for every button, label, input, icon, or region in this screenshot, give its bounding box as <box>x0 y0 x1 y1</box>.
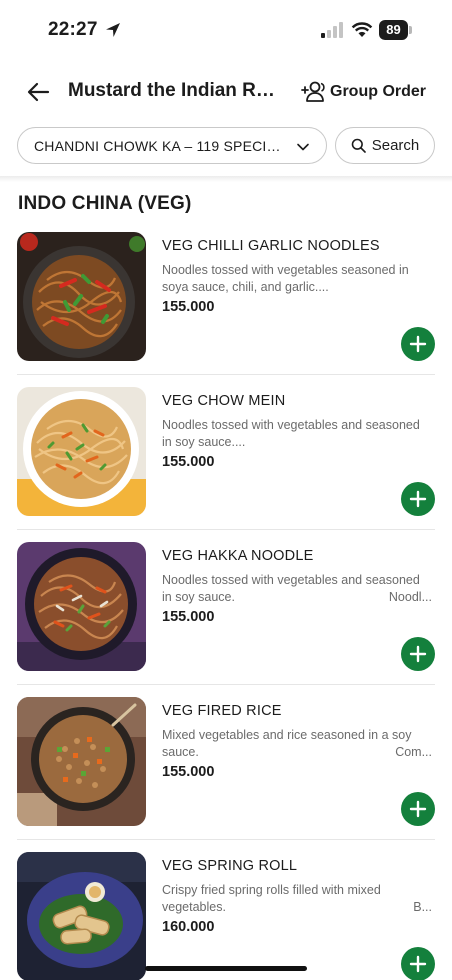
section-title: INDO CHINA (VEG) <box>18 193 192 214</box>
item-price: 155.000 <box>162 764 215 780</box>
item-description-text: vegetables. <box>162 900 226 914</box>
item-description-line1: Mixed vegetables and rice seasoned in a … <box>162 728 412 742</box>
item-name: VEG HAKKA NOODLE <box>162 548 314 564</box>
dish-image-fried-rice <box>17 697 146 826</box>
chevron-down-icon <box>297 143 309 151</box>
item-price: 155.000 <box>162 454 215 470</box>
add-to-cart-button[interactable] <box>401 947 435 980</box>
item-description-line2: in soy sauce.... <box>162 434 432 451</box>
item-description-text: in soy sauce. <box>162 590 235 604</box>
dish-image-chow-mein <box>17 387 146 516</box>
cellular-signal-icon <box>321 22 343 38</box>
menu-item[interactable]: VEG FIRED RICE Mixed vegetables and rice… <box>0 697 452 852</box>
add-to-cart-button[interactable] <box>401 637 435 671</box>
dish-image-chilli-garlic-noodles <box>17 232 146 361</box>
search-icon <box>351 138 366 153</box>
group-order-label: Group Order <box>330 83 427 100</box>
item-description-text: soya sauce, chili, and garlic.... <box>162 280 329 294</box>
add-to-cart-button[interactable] <box>401 792 435 826</box>
item-description-line1: Crispy fried spring rolls filled with mi… <box>162 883 381 897</box>
item-price: 155.000 <box>162 299 215 315</box>
plus-icon <box>409 645 427 663</box>
arrow-left-icon <box>27 82 50 102</box>
item-description: Mixed vegetables and rice seasoned in a … <box>162 727 432 761</box>
restaurant-title: Mustard the Indian Re... <box>68 80 280 101</box>
battery-level: 89 <box>379 20 408 40</box>
item-divider <box>17 684 435 685</box>
category-dropdown-value: CHANDNI CHOWK KA – 119 SPECIAL... <box>34 137 289 154</box>
filter-row: CHANDNI CHOWK KA – 119 SPECIAL... Search <box>0 127 452 165</box>
status-bar: 22:27 89 <box>0 0 452 60</box>
item-description-text: in soy sauce.... <box>162 435 246 449</box>
back-button[interactable] <box>24 78 52 106</box>
item-description: Crispy fried spring rolls filled with mi… <box>162 882 432 916</box>
item-description: Noodles tossed with vegetables and seaso… <box>162 417 432 451</box>
app-header: Mustard the Indian Re... Group Order <box>0 70 452 114</box>
item-name: VEG CHOW MEIN <box>162 393 286 409</box>
item-price: 155.000 <box>162 609 215 625</box>
item-description-line1: Noodles tossed with vegetables and seaso… <box>162 573 420 587</box>
item-description-more: Com... <box>395 745 432 759</box>
battery-indicator: 89 <box>379 20 413 40</box>
item-description-line2: sauce. Com... <box>162 744 432 761</box>
menu-item[interactable]: VEG CHILLI GARLIC NOODLES Noodles tossed… <box>0 232 452 387</box>
plus-icon <box>409 800 427 818</box>
item-description-line2: soya sauce, chili, and garlic.... <box>162 279 432 296</box>
header-divider-shadow <box>0 176 452 182</box>
location-arrow-icon <box>106 23 120 37</box>
plus-icon <box>409 335 427 353</box>
menu-item[interactable]: VEG HAKKA NOODLE Noodles tossed with veg… <box>0 542 452 697</box>
dish-image-spring-roll <box>17 852 146 980</box>
item-divider <box>17 374 435 375</box>
item-description-more: Noodl... <box>388 590 432 604</box>
dish-image-hakka-noodle <box>17 542 146 671</box>
item-description-line2: in soy sauce. Noodl... <box>162 589 432 606</box>
menu-item[interactable]: VEG SPRING ROLL Crispy fried spring roll… <box>0 852 452 980</box>
home-indicator <box>145 966 307 971</box>
item-description-more: B... <box>413 900 432 914</box>
item-description-line1: Noodles tossed with vegetables and seaso… <box>162 418 420 432</box>
category-dropdown[interactable]: CHANDNI CHOWK KA – 119 SPECIAL... <box>17 127 327 164</box>
item-description-line1: Noodles tossed with vegetables seasoned … <box>162 263 409 277</box>
battery-cap <box>409 26 412 34</box>
item-name: VEG SPRING ROLL <box>162 858 298 874</box>
group-people-icon <box>301 81 325 102</box>
wifi-icon <box>351 22 373 37</box>
search-label: Search <box>371 137 420 154</box>
item-divider <box>17 529 435 530</box>
item-description: Noodles tossed with vegetables seasoned … <box>162 262 432 296</box>
item-name: VEG CHILLI GARLIC NOODLES <box>162 238 380 254</box>
plus-icon <box>409 955 427 973</box>
item-divider <box>17 839 435 840</box>
add-to-cart-button[interactable] <box>401 482 435 516</box>
search-button[interactable]: Search <box>335 127 435 164</box>
menu-item[interactable]: VEG CHOW MEIN Noodles tossed with vegeta… <box>0 387 452 542</box>
item-price: 160.000 <box>162 919 215 935</box>
menu-list: VEG CHILLI GARLIC NOODLES Noodles tossed… <box>0 232 452 980</box>
group-order-button[interactable]: Group Order <box>300 78 426 106</box>
item-description-text: sauce. <box>162 745 199 759</box>
item-description: Noodles tossed with vegetables and seaso… <box>162 572 432 606</box>
add-to-cart-button[interactable] <box>401 327 435 361</box>
status-time: 22:27 <box>48 19 98 40</box>
item-description-line2: vegetables. B... <box>162 899 432 916</box>
plus-icon <box>409 490 427 508</box>
item-name: VEG FIRED RICE <box>162 703 282 719</box>
